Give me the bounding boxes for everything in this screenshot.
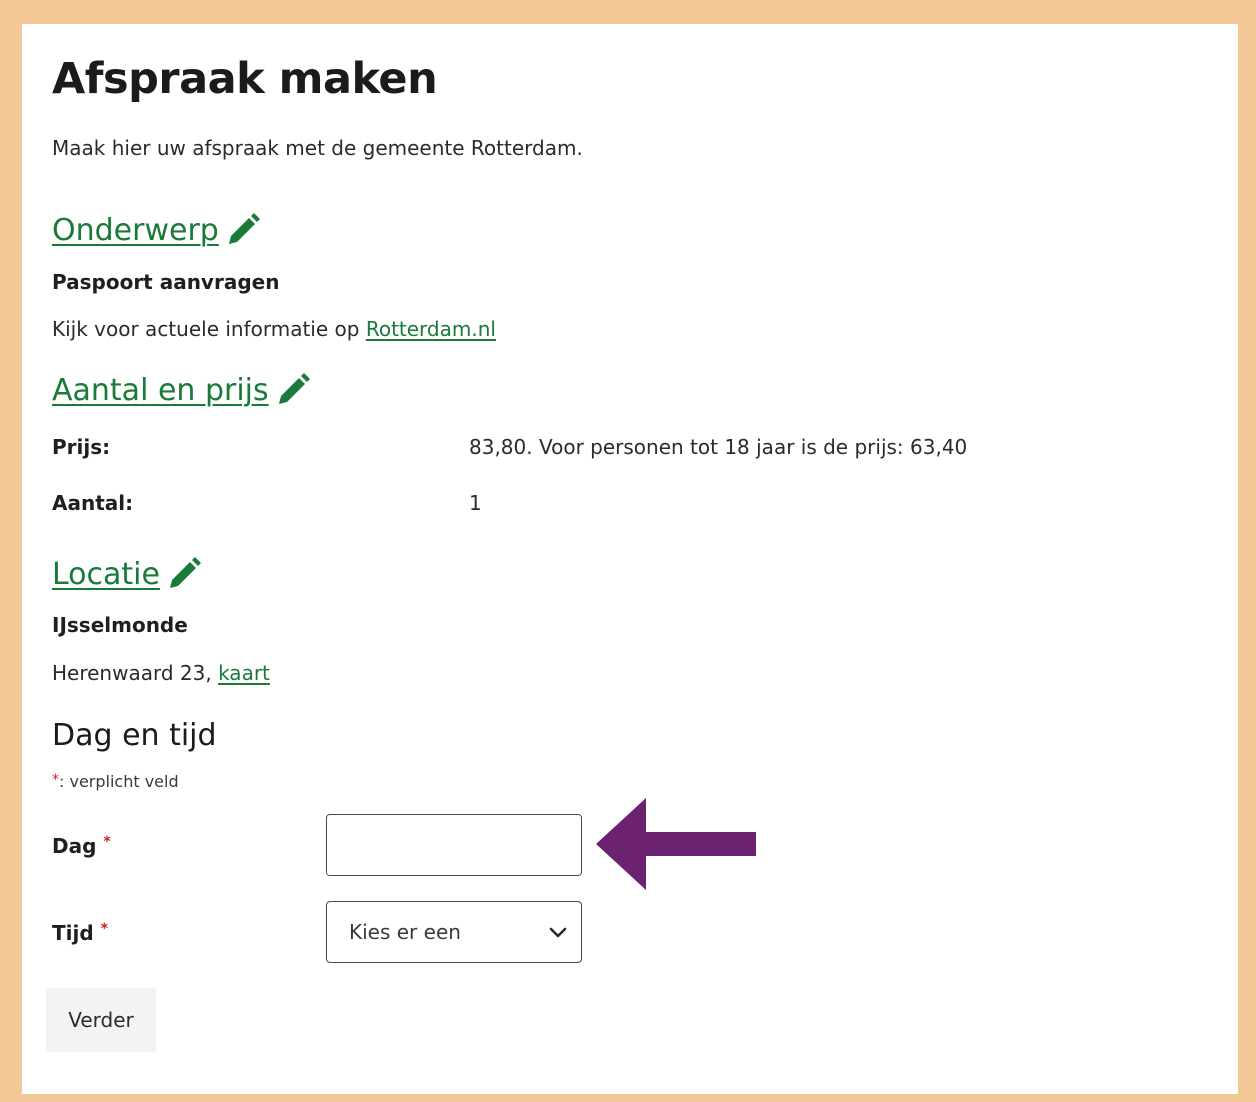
location-address: Herenwaard 23, xyxy=(52,661,212,685)
count-label: Aantal: xyxy=(52,491,134,515)
page-title: Afspraak maken xyxy=(52,54,438,104)
count-value: 1 xyxy=(469,491,482,515)
required-note-text: : verplicht veld xyxy=(59,772,179,791)
onderwerp-heading: Onderwerp xyxy=(52,212,219,248)
day-label-text: Dag xyxy=(52,834,97,858)
location-name: IJsselmonde xyxy=(52,613,188,637)
map-link[interactable]: kaart xyxy=(218,661,270,685)
price-value: 83,80. Voor personen tot 18 jaar is de p… xyxy=(469,435,968,459)
time-label: Tijd * xyxy=(52,921,108,945)
chevron-down-icon xyxy=(549,920,567,944)
time-select[interactable]: Kies er een xyxy=(326,901,582,963)
content-frame: Afspraak maken Maak hier uw afspraak met… xyxy=(22,24,1238,1094)
day-date-picker xyxy=(326,814,582,876)
required-marker: * xyxy=(100,921,108,937)
onderwerp-value: Paspoort aanvragen xyxy=(52,270,280,294)
pencil-icon xyxy=(225,212,261,248)
required-marker: * xyxy=(103,834,111,850)
required-note: *: verplicht veld xyxy=(52,772,179,791)
locatie-heading: Locatie xyxy=(52,556,160,592)
time-select-value: Kies er een xyxy=(349,920,461,944)
next-button[interactable]: Verder xyxy=(46,988,156,1052)
day-label: Dag * xyxy=(52,834,111,858)
required-marker: * xyxy=(52,772,59,788)
rotterdam-link[interactable]: Rotterdam.nl xyxy=(366,317,496,341)
onderwerp-edit-link[interactable]: Onderwerp xyxy=(52,212,261,248)
time-label-text: Tijd xyxy=(52,921,94,945)
onderwerp-info: Kijk voor actuele informatie op Rotterda… xyxy=(52,317,496,341)
aantal-prijs-edit-link[interactable]: Aantal en prijs xyxy=(52,372,311,408)
aantal-prijs-heading: Aantal en prijs xyxy=(52,372,269,408)
location-address-line: Herenwaard 23, kaart xyxy=(52,661,270,685)
dag-tijd-heading: Dag en tijd xyxy=(52,718,217,753)
onderwerp-info-prefix: Kijk voor actuele informatie op xyxy=(52,317,360,341)
day-input[interactable] xyxy=(327,815,581,875)
arrow-left-icon xyxy=(596,798,760,894)
intro-text: Maak hier uw afspraak met de gemeente Ro… xyxy=(52,136,583,160)
locatie-edit-link[interactable]: Locatie xyxy=(52,556,202,592)
pencil-icon xyxy=(275,372,311,408)
price-label: Prijs: xyxy=(52,435,111,459)
pencil-icon xyxy=(166,556,202,592)
